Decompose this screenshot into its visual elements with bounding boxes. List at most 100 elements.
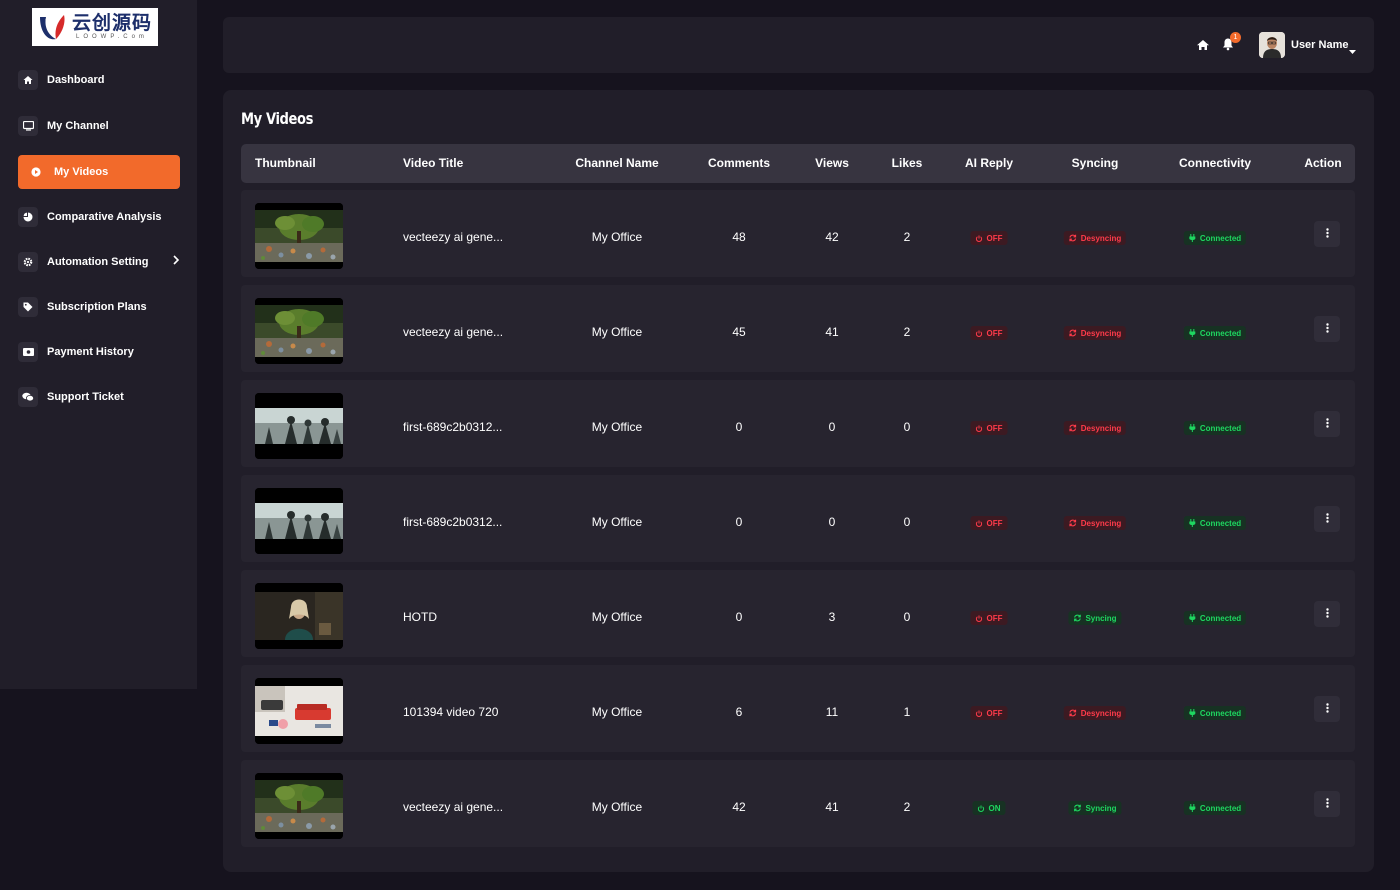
syncing-status: Syncing <box>1085 803 1117 813</box>
row-action-menu-button[interactable] <box>1314 696 1340 722</box>
likes-count: 1 <box>903 705 911 719</box>
syncing-status: Desyncing <box>1080 328 1122 338</box>
row-action-menu-button[interactable] <box>1314 791 1340 817</box>
table-row: HOTD My Office 0 3 0 OFF Syncing Connected <box>241 570 1355 657</box>
video-thumbnail[interactable] <box>255 203 343 269</box>
connectivity-status: Connected <box>1199 518 1242 528</box>
row-action-menu-button[interactable] <box>1314 411 1340 437</box>
sidebar-item-support-ticket[interactable]: Support Ticket <box>18 380 180 414</box>
comments-count: 48 <box>732 230 746 244</box>
syncing-status-badge[interactable]: Desyncing <box>1063 706 1127 720</box>
video-title[interactable]: HOTD <box>403 610 437 624</box>
sidebar-item-my-channel[interactable]: My Channel <box>18 109 180 143</box>
more-vertical-icon <box>1325 795 1329 813</box>
logo[interactable]: 云创源码 LOOWP.Com <box>32 8 158 46</box>
power-icon <box>975 329 983 337</box>
ai-reply-toggle[interactable]: OFF <box>970 706 1008 720</box>
video-thumbnail[interactable] <box>255 393 343 459</box>
plug-icon <box>1189 709 1196 717</box>
avatar[interactable] <box>1259 32 1285 58</box>
video-title[interactable]: first-689c2b0312... <box>403 420 502 434</box>
syncing-status-badge[interactable]: Desyncing <box>1063 516 1127 530</box>
ai-reply-status: ON <box>988 803 1001 813</box>
syncing-status-badge[interactable]: Desyncing <box>1063 231 1127 245</box>
syncing-status: Desyncing <box>1080 708 1122 718</box>
views-count: 0 <box>828 515 836 529</box>
ai-reply-toggle[interactable]: OFF <box>970 516 1008 530</box>
connectivity-status: Connected <box>1199 328 1242 338</box>
ai-reply-toggle[interactable]: OFF <box>970 231 1008 245</box>
syncing-status: Desyncing <box>1080 518 1122 528</box>
sidebar-item-comparative-analysis[interactable]: Comparative Analysis <box>18 200 180 234</box>
channel-name: My Office <box>591 800 643 814</box>
ai-reply-toggle[interactable]: OFF <box>970 421 1008 435</box>
column-header-channel-name: Channel Name <box>575 156 659 170</box>
logo-text-cn: 云创源码 <box>72 12 153 34</box>
connectivity-status-badge: Connected <box>1183 801 1247 815</box>
syncing-status: Desyncing <box>1080 233 1122 243</box>
plug-icon <box>1189 519 1196 527</box>
comments-count: 0 <box>735 610 743 624</box>
views-count: 11 <box>825 705 839 719</box>
more-vertical-icon <box>1325 700 1329 718</box>
sidebar-item-automation-setting[interactable]: Automation Setting <box>18 245 180 279</box>
video-title[interactable]: vecteezy ai gene... <box>403 800 503 814</box>
syncing-status-badge[interactable]: Desyncing <box>1063 326 1127 340</box>
sync-icon <box>1069 519 1077 527</box>
page-title: My Videos <box>241 109 314 128</box>
video-thumbnail[interactable] <box>255 488 343 554</box>
more-vertical-icon <box>1325 510 1329 528</box>
connectivity-status-badge: Connected <box>1183 326 1247 340</box>
column-header-comments: Comments <box>707 156 771 170</box>
money-icon <box>18 342 38 362</box>
video-title[interactable]: vecteezy ai gene... <box>403 230 503 244</box>
video-thumbnail[interactable] <box>255 773 343 839</box>
row-action-menu-button[interactable] <box>1314 506 1340 532</box>
plug-icon <box>1189 614 1196 622</box>
ai-reply-status: OFF <box>986 233 1003 243</box>
table-row: vecteezy ai gene... My Office 45 41 2 OFF Desy… <box>241 285 1355 372</box>
sidebar-item-my-videos[interactable]: My Videos <box>18 155 180 189</box>
sidebar-item-dashboard[interactable]: Dashboard <box>18 63 180 97</box>
syncing-status-badge[interactable]: Syncing <box>1068 801 1122 815</box>
video-title[interactable]: first-689c2b0312... <box>403 515 502 529</box>
connectivity-status-badge: Connected <box>1183 421 1247 435</box>
connectivity-status-badge: Connected <box>1183 516 1247 530</box>
connectivity-status: Connected <box>1199 423 1242 433</box>
connectivity-status: Connected <box>1199 613 1242 623</box>
video-thumbnail[interactable] <box>255 298 343 364</box>
column-header-thumbnail: Thumbnail <box>255 156 316 170</box>
sidebar-item-payment-history[interactable]: Payment History <box>18 335 180 369</box>
channel-name: My Office <box>591 230 643 244</box>
home-icon[interactable] <box>1196 38 1210 52</box>
table-row: vecteezy ai gene... My Office 48 42 2 OFF Desy… <box>241 190 1355 277</box>
sidebar-item-subscription-plans[interactable]: Subscription Plans <box>18 290 180 324</box>
video-title[interactable]: 101394 video 720 <box>403 705 498 719</box>
sidebar-item-label: Dashboard <box>47 74 105 86</box>
pie-chart-icon <box>18 207 38 227</box>
caret-down-icon[interactable] <box>1349 42 1356 60</box>
more-vertical-icon <box>1325 605 1329 623</box>
plug-icon <box>1189 234 1196 242</box>
row-action-menu-button[interactable] <box>1314 316 1340 342</box>
gear-icon <box>18 252 38 272</box>
video-title[interactable]: vecteezy ai gene... <box>403 325 503 339</box>
table-row: first-689c2b0312... My Office 0 0 0 OFF Desync… <box>241 380 1355 467</box>
views-count: 41 <box>825 800 839 814</box>
ai-reply-toggle[interactable]: OFF <box>970 611 1008 625</box>
table-row: first-689c2b0312... My Office 0 0 0 OFF Desync… <box>241 475 1355 562</box>
ai-reply-toggle[interactable]: OFF <box>970 326 1008 340</box>
likes-count: 2 <box>903 800 911 814</box>
row-action-menu-button[interactable] <box>1314 221 1340 247</box>
ai-reply-toggle[interactable]: ON <box>972 801 1006 815</box>
likes-count: 2 <box>903 325 911 339</box>
ai-reply-status: OFF <box>986 613 1003 623</box>
row-action-menu-button[interactable] <box>1314 601 1340 627</box>
video-thumbnail[interactable] <box>255 583 343 649</box>
column-header-video-title: Video Title <box>403 156 464 170</box>
user-name[interactable]: User Name <box>1291 39 1348 51</box>
syncing-status-badge[interactable]: Syncing <box>1068 611 1122 625</box>
play-circle-icon <box>28 162 44 182</box>
syncing-status-badge[interactable]: Desyncing <box>1063 421 1127 435</box>
video-thumbnail[interactable] <box>255 678 343 744</box>
